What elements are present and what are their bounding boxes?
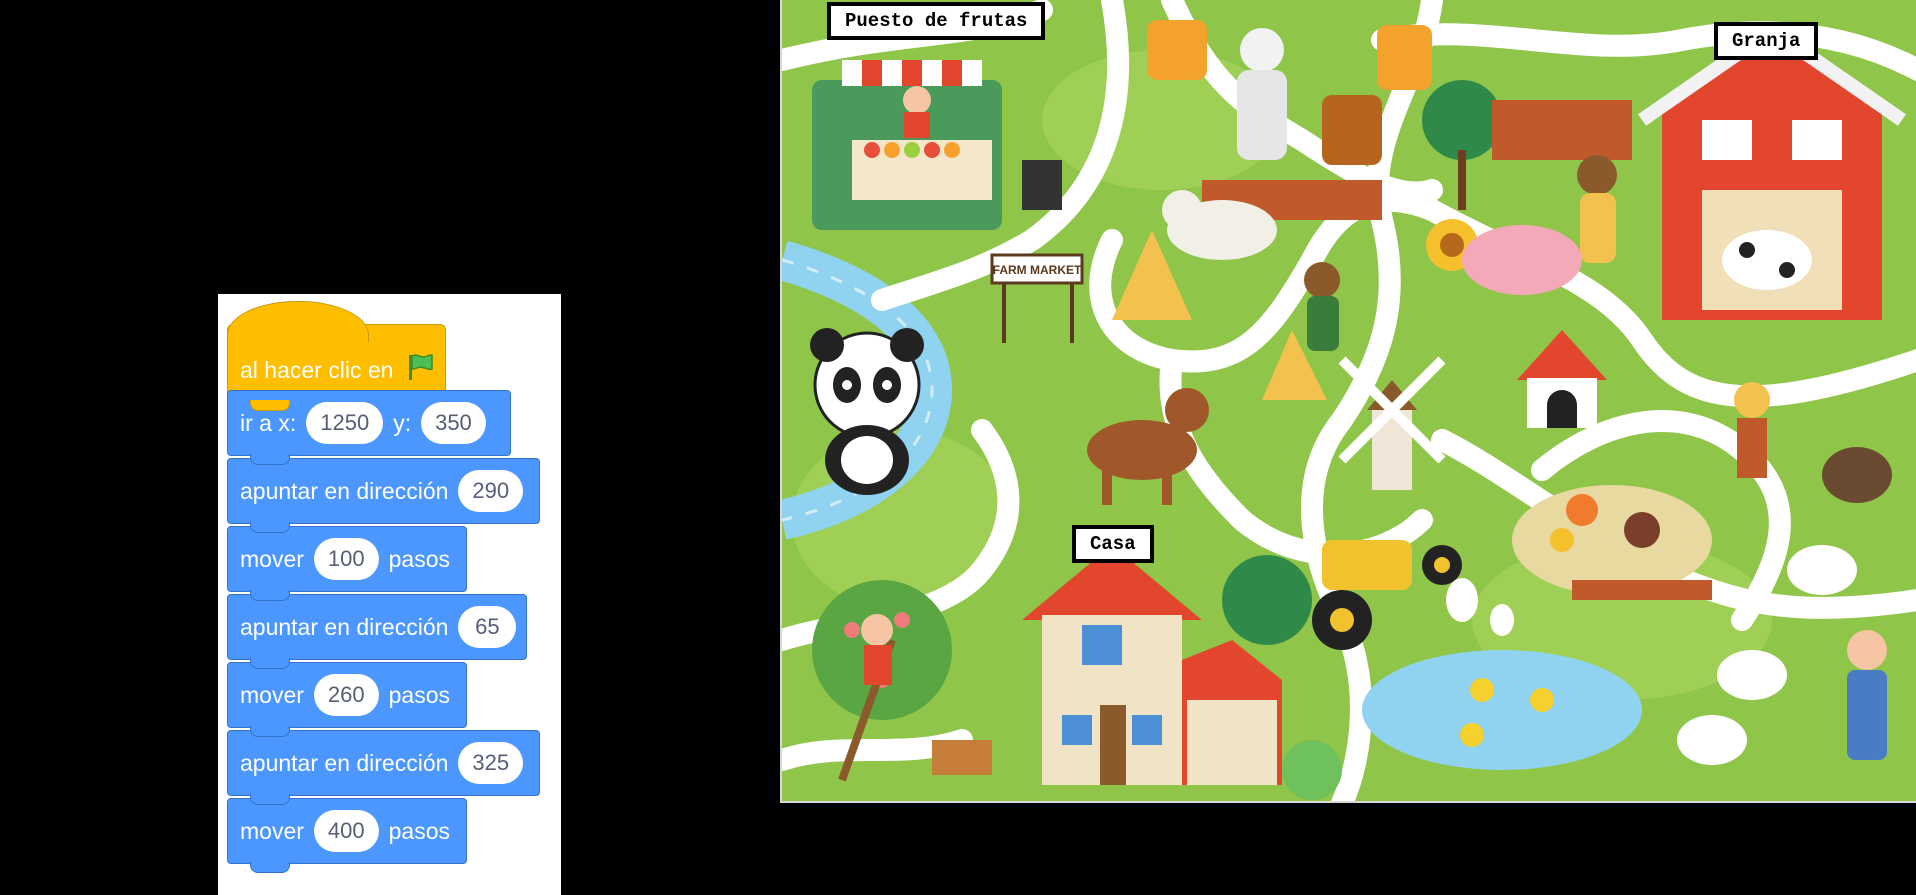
block-label: apuntar en dirección — [240, 749, 449, 776]
move-steps-block[interactable]: mover 260 pasos — [227, 662, 467, 737]
pig-illustration — [1462, 225, 1582, 295]
move-steps-block[interactable]: mover 100 pasos — [227, 526, 467, 601]
hat-label: al hacer clic en — [240, 356, 394, 383]
move-steps-block[interactable]: mover 400 pasos — [227, 798, 467, 873]
block-suffix: pasos — [388, 545, 450, 572]
horse-illustration — [1087, 388, 1209, 505]
tractor-illustration — [1312, 540, 1462, 650]
block-suffix: pasos — [388, 817, 450, 844]
farm-label: Granja — [1714, 22, 1819, 60]
goto-label-x: ir a x: — [240, 409, 297, 436]
block-label: apuntar en dirección — [240, 477, 449, 504]
doghouse-illustration — [1517, 330, 1607, 428]
windmill-illustration — [1338, 356, 1446, 490]
block-suffix: pasos — [388, 681, 450, 708]
point-direction-block[interactable]: apuntar en dirección 65 — [227, 594, 527, 669]
block-label: mover — [240, 545, 304, 572]
house-label: Casa — [1072, 525, 1154, 563]
panda-sprite — [810, 328, 924, 495]
direction-input[interactable]: 325 — [458, 742, 524, 784]
map-illustration: FARM MARKET — [782, 0, 1916, 801]
block-label: mover — [240, 817, 304, 844]
barn-illustration — [1638, 21, 1906, 320]
direction-input[interactable]: 65 — [458, 606, 517, 648]
steps-input[interactable]: 400 — [313, 810, 379, 852]
y-input[interactable]: 350 — [421, 402, 486, 444]
block-label: apuntar en dirección — [240, 613, 449, 640]
steps-input[interactable]: 260 — [313, 674, 379, 716]
goat-illustration — [1112, 180, 1382, 400]
goto-label-y: y: — [393, 409, 412, 436]
block-label: mover — [240, 681, 304, 708]
point-direction-block[interactable]: apuntar en dirección 290 — [227, 458, 540, 533]
green-flag-icon — [405, 352, 435, 388]
x-input[interactable]: 1250 — [306, 402, 384, 444]
direction-input[interactable]: 290 — [458, 470, 524, 512]
steps-input[interactable]: 100 — [313, 538, 379, 580]
fruit-stand-label: Puesto de frutas — [827, 2, 1046, 40]
point-direction-block[interactable]: apuntar en dirección 325 — [227, 730, 540, 805]
code-area: al hacer clic en ir a x: 1250 y: 350 apu… — [218, 294, 561, 895]
farm-market-sign: FARM MARKET — [993, 263, 1082, 277]
farm-map-stage: FARM MARKET Puesto de frutas Granja Casa — [780, 0, 1916, 803]
farmer-illustration — [1304, 262, 1340, 351]
